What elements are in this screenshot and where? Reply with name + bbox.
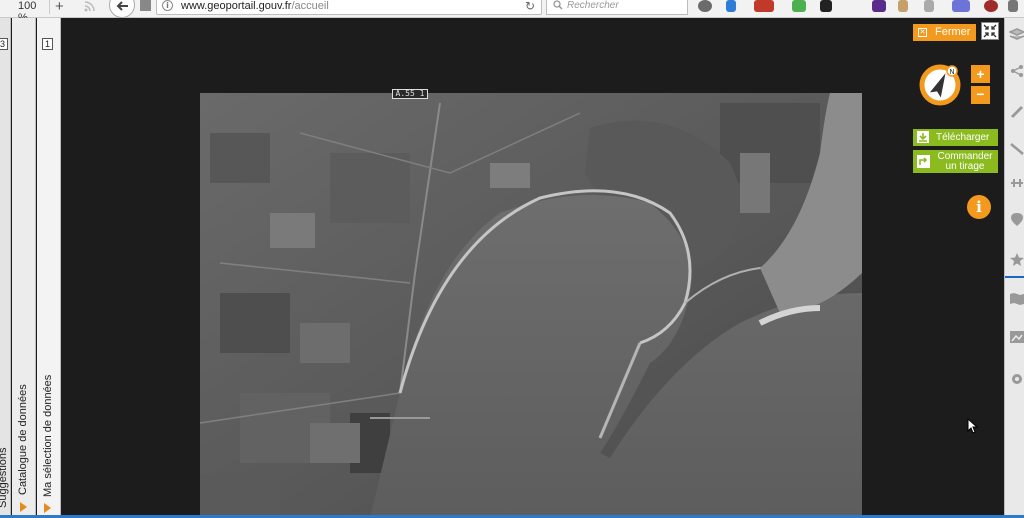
zoom-plus-button[interactable]: + [55, 0, 64, 15]
download-dark-icon[interactable] [820, 0, 832, 12]
order-print-button[interactable]: Commander un tirage [913, 150, 998, 173]
selection-count-badge: 1 [42, 38, 53, 50]
url-text[interactable]: www.geoportail.gouv.fr/accueil [181, 0, 329, 12]
pencil-icon[interactable] [1009, 104, 1024, 118]
marker-icon[interactable] [1009, 212, 1024, 226]
map-icon[interactable] [1009, 292, 1024, 306]
search-bar[interactable]: Rechercher [546, 0, 688, 15]
image-icon[interactable] [1009, 330, 1024, 344]
stop-icon[interactable] [140, 0, 151, 11]
measure-icon[interactable] [1009, 142, 1024, 156]
gear-icon[interactable] [1009, 372, 1024, 386]
reload-icon[interactable]: ↻ [525, 0, 535, 13]
close-icon: ✕ [918, 28, 927, 37]
download-label: Télécharger [936, 132, 990, 143]
browser-toolbar: 100 % + i www.geoportail.gouv.fr/accueil… [0, 0, 1024, 24]
selection-label: Ma sélection de données [42, 374, 54, 497]
download-icon [917, 131, 929, 143]
tools-sidebar [1004, 18, 1024, 518]
aerial-photo[interactable] [200, 93, 862, 518]
catalogue-expand-icon[interactable] [20, 502, 27, 512]
suggestions-count-badge: 3 [0, 38, 8, 50]
share-arrow-icon [917, 155, 930, 168]
info-button[interactable]: i [967, 195, 991, 219]
svg-text:N: N [949, 68, 954, 76]
aerial-photo-image [200, 93, 862, 518]
star-icon[interactable] [1009, 252, 1024, 266]
catalogue-label: Catalogue de données [17, 384, 29, 495]
search-input[interactable]: Rechercher [567, 0, 619, 11]
pocket-icon[interactable] [698, 0, 712, 12]
download-button[interactable]: Télécharger [913, 129, 998, 146]
order-print-label: Commander un tirage [937, 151, 993, 172]
back-arrow-icon [116, 1, 128, 11]
extension-green-icon[interactable] [792, 0, 806, 12]
back-button[interactable] [109, 0, 135, 18]
extension-red-icon[interactable] [984, 0, 998, 12]
selection-panel[interactable]: 1 Ma sélection de données [37, 18, 61, 518]
suggestions-label: Suggestions [0, 447, 9, 508]
zoom-out-button[interactable]: − [971, 86, 990, 104]
extension-purple-icon[interactable] [872, 0, 886, 12]
fullscreen-button[interactable] [981, 22, 999, 40]
zoom-in-button[interactable]: + [971, 65, 990, 83]
catalogue-panel[interactable]: Catalogue de données [12, 18, 36, 518]
search-icon [553, 0, 563, 10]
layers-icon[interactable] [1009, 28, 1024, 42]
zoom-level[interactable]: 100 % [12, 0, 50, 24]
adblock-icon[interactable] [754, 0, 774, 12]
selection-expand-icon[interactable] [44, 503, 51, 513]
url-host: www.geoportail.gouv.fr [181, 0, 292, 12]
site-info-icon[interactable]: i [162, 0, 173, 11]
download-arrow-icon[interactable] [726, 0, 736, 12]
url-bar[interactable]: i www.geoportail.gouv.fr/accueil ↻ [156, 0, 542, 15]
menu-icon[interactable] [1008, 0, 1018, 12]
suggestions-panel[interactable]: 3 Suggestions [0, 18, 11, 518]
sidebar-separator [1005, 276, 1024, 278]
close-button[interactable]: ✕ Fermer [913, 24, 976, 41]
extension-tan-icon[interactable] [898, 0, 908, 12]
close-label: Fermer [935, 26, 971, 38]
url-path: /accueil [291, 0, 329, 12]
share-icon[interactable] [1009, 64, 1024, 78]
mouse-cursor-icon [967, 418, 978, 434]
profile-icon[interactable] [1009, 176, 1024, 190]
rss-icon[interactable] [84, 1, 95, 12]
extension-grey-icon[interactable] [924, 0, 934, 12]
compass-icon[interactable]: N [919, 64, 961, 106]
photo-id-label: A.55 1 [392, 89, 428, 99]
collapse-arrows-icon [983, 24, 997, 38]
extension-blue-icon[interactable] [952, 0, 970, 12]
